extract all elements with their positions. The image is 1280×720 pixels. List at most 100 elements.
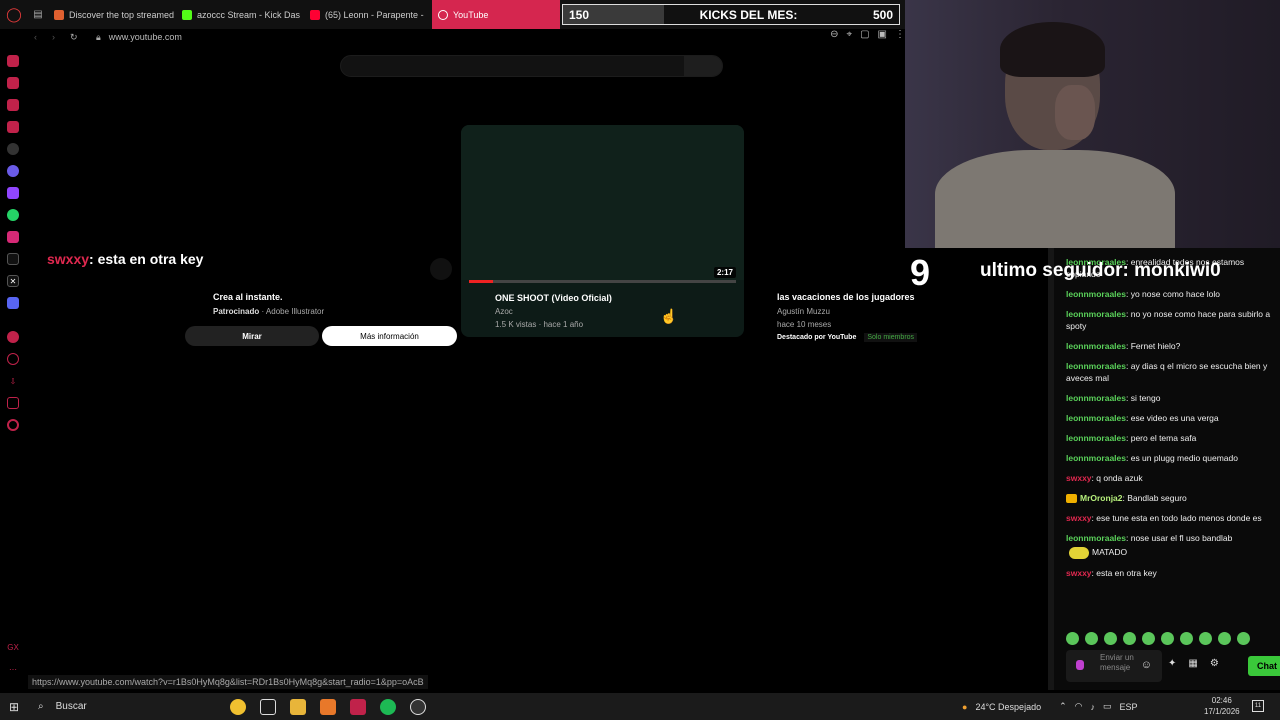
zoom-icon[interactable]: ⊖ bbox=[830, 29, 838, 40]
gx-logo-icon[interactable]: GX bbox=[7, 641, 19, 653]
watch-button[interactable]: Mirar bbox=[185, 326, 319, 346]
windows-start-icon[interactable]: ⊞ bbox=[0, 700, 28, 714]
video-thumbnail[interactable] bbox=[461, 125, 744, 280]
tab-kick-stream[interactable]: azoccc Stream - Kick Das bbox=[176, 0, 304, 29]
emote-icon[interactable] bbox=[1199, 632, 1212, 645]
emote-icon[interactable] bbox=[1085, 632, 1098, 645]
instagram-icon[interactable] bbox=[7, 231, 19, 243]
ad-title[interactable]: Crea al instante. bbox=[213, 292, 283, 302]
chat-username[interactable]: leonnmoraales bbox=[1066, 393, 1126, 403]
emote-icon[interactable] bbox=[1218, 632, 1231, 645]
music-player-icon[interactable] bbox=[7, 331, 19, 343]
emote-icon[interactable] bbox=[1142, 632, 1155, 645]
chat-username[interactable]: swxxy bbox=[1066, 568, 1092, 578]
more-info-button[interactable]: Más información bbox=[322, 326, 457, 346]
chat-input-placeholder: Enviar un mensaje bbox=[1100, 653, 1134, 672]
snapshot-icon[interactable]: ▢ bbox=[860, 29, 869, 40]
weather-icon[interactable]: ● bbox=[962, 702, 967, 712]
battery-icon[interactable]: ▭ bbox=[1103, 701, 1112, 712]
youtube-search-input[interactable] bbox=[340, 55, 723, 77]
emote-icon[interactable] bbox=[1161, 632, 1174, 645]
twitch-icon[interactable] bbox=[7, 187, 19, 199]
emoji-icon[interactable]: ☺ bbox=[1141, 659, 1152, 671]
gx-corner-icon[interactable] bbox=[7, 121, 19, 133]
spotify-icon[interactable] bbox=[380, 698, 396, 715]
history-icon[interactable] bbox=[7, 353, 19, 365]
chat-settings-icon[interactable]: ⚙ bbox=[1210, 658, 1219, 669]
back-icon[interactable]: ‹ bbox=[34, 32, 46, 42]
opera-gx-icon[interactable] bbox=[350, 698, 366, 715]
url-text[interactable]: www.youtube.com bbox=[109, 32, 182, 42]
right-video-title[interactable]: las vacaciones de los jugadores bbox=[777, 292, 927, 302]
whatsapp-icon[interactable] bbox=[7, 209, 19, 221]
youtube-search-button[interactable] bbox=[684, 56, 722, 76]
chat-username[interactable]: leonnmoraales bbox=[1066, 289, 1126, 299]
emote-icon[interactable] bbox=[1180, 632, 1193, 645]
x-icon[interactable]: ✕ bbox=[7, 275, 19, 287]
mic-icon[interactable] bbox=[1076, 660, 1084, 670]
lock-icon[interactable]: 🔒︎ bbox=[96, 32, 101, 43]
hand-cursor-icon: ☝ bbox=[660, 308, 678, 324]
tab-grid-icon[interactable]: ▤ bbox=[28, 9, 48, 20]
reload-icon[interactable]: ↻ bbox=[70, 32, 82, 43]
chat-username[interactable]: MrOronja2 bbox=[1080, 493, 1123, 503]
crypto-wallet-icon[interactable] bbox=[7, 99, 19, 111]
video-card[interactable]: 2:17 ONE SHOOT (Video Oficial) Azoc 1.5 … bbox=[461, 125, 744, 337]
chat-username[interactable]: swxxy bbox=[1066, 513, 1092, 523]
aria-icon[interactable] bbox=[7, 55, 19, 67]
vpn-icon[interactable]: ▣ bbox=[878, 29, 887, 40]
pin-icon[interactable]: ⌖ bbox=[846, 29, 852, 40]
kicks-gift-icon[interactable]: ✦ bbox=[1168, 658, 1176, 669]
loading-spinner-icon bbox=[438, 9, 448, 20]
right-video-channel[interactable]: Agustín Muzzu bbox=[777, 307, 927, 316]
task-view-icon[interactable] bbox=[260, 698, 276, 715]
sidebar-more-icon[interactable]: ⋯ bbox=[7, 663, 19, 675]
copilot-icon[interactable] bbox=[230, 698, 246, 715]
tray-expand-icon[interactable]: ⌃ bbox=[1059, 701, 1067, 712]
store-icon[interactable]: ▦ bbox=[1188, 658, 1197, 669]
fl-studio-icon[interactable] bbox=[320, 698, 336, 715]
emote-icon[interactable] bbox=[1104, 632, 1117, 645]
video-channel[interactable]: Azoc bbox=[495, 307, 513, 316]
emote-icon[interactable] bbox=[1237, 632, 1250, 645]
chat-username[interactable]: leonnmoraales bbox=[1066, 533, 1126, 543]
chat-username[interactable]: swxxy bbox=[1066, 473, 1092, 483]
tab-youtube-active[interactable]: YouTube bbox=[432, 0, 560, 29]
messenger-icon[interactable] bbox=[7, 165, 19, 177]
volume-icon[interactable]: ♪ bbox=[1091, 702, 1096, 712]
address-bar-tools: ⊖ ⌖ ▢ ▣ ⋮ bbox=[830, 29, 905, 40]
emote-icon[interactable] bbox=[1066, 632, 1079, 645]
chat-username[interactable]: leonnmoraales bbox=[1066, 341, 1126, 351]
subscriber-badge-icon[interactable] bbox=[1066, 494, 1077, 504]
chat-username[interactable]: leonnmoraales bbox=[1066, 309, 1126, 319]
workspace-icon[interactable] bbox=[7, 77, 19, 89]
forward-icon[interactable]: › bbox=[52, 32, 64, 42]
file-explorer-icon[interactable] bbox=[290, 698, 306, 715]
video-title[interactable]: ONE SHOOT (Video Oficial) bbox=[495, 293, 612, 303]
right-video-item[interactable]: las vacaciones de los jugadores Agustín … bbox=[777, 292, 927, 342]
chat-username[interactable]: leonnmoraales bbox=[1066, 413, 1126, 423]
chatgpt-icon[interactable] bbox=[7, 143, 19, 155]
discord-icon[interactable] bbox=[7, 297, 19, 309]
chat-username[interactable]: leonnmoraales bbox=[1066, 361, 1126, 371]
downloads-icon[interactable]: ⇩ bbox=[7, 375, 19, 387]
tiktok-icon[interactable] bbox=[7, 253, 19, 265]
taskbar-search[interactable]: ⌕ Buscar bbox=[28, 693, 168, 720]
wifi-icon[interactable]: ◠ bbox=[1075, 701, 1083, 712]
weather-text[interactable]: 24°C Despejado bbox=[975, 702, 1041, 712]
menu-icon[interactable]: ⋮ bbox=[895, 29, 905, 40]
chat-send-button[interactable]: Chat bbox=[1248, 656, 1280, 676]
notification-badge[interactable]: 11 bbox=[1252, 700, 1264, 712]
chat-username[interactable]: leonnmoraales bbox=[1066, 453, 1126, 463]
chat-username[interactable]: leonnmoraales bbox=[1066, 433, 1126, 443]
language-indicator[interactable]: ESP bbox=[1120, 702, 1138, 712]
settings-icon[interactable] bbox=[7, 419, 19, 431]
emote-icon[interactable] bbox=[1123, 632, 1136, 645]
obs-icon[interactable] bbox=[410, 698, 426, 715]
taskbar-clock[interactable]: 02:46 17/1/2026 bbox=[1204, 695, 1240, 717]
opera-logo-icon[interactable]: ◯ bbox=[0, 0, 28, 29]
extensions-icon[interactable] bbox=[7, 397, 19, 409]
tab-kick-discover[interactable]: Discover the top streamed bbox=[48, 0, 176, 29]
tab-youtube-leonn[interactable]: (65) Leonn - Parapente - bbox=[304, 0, 432, 29]
chat-message-input[interactable]: Enviar un mensaje ☺ bbox=[1066, 650, 1162, 682]
